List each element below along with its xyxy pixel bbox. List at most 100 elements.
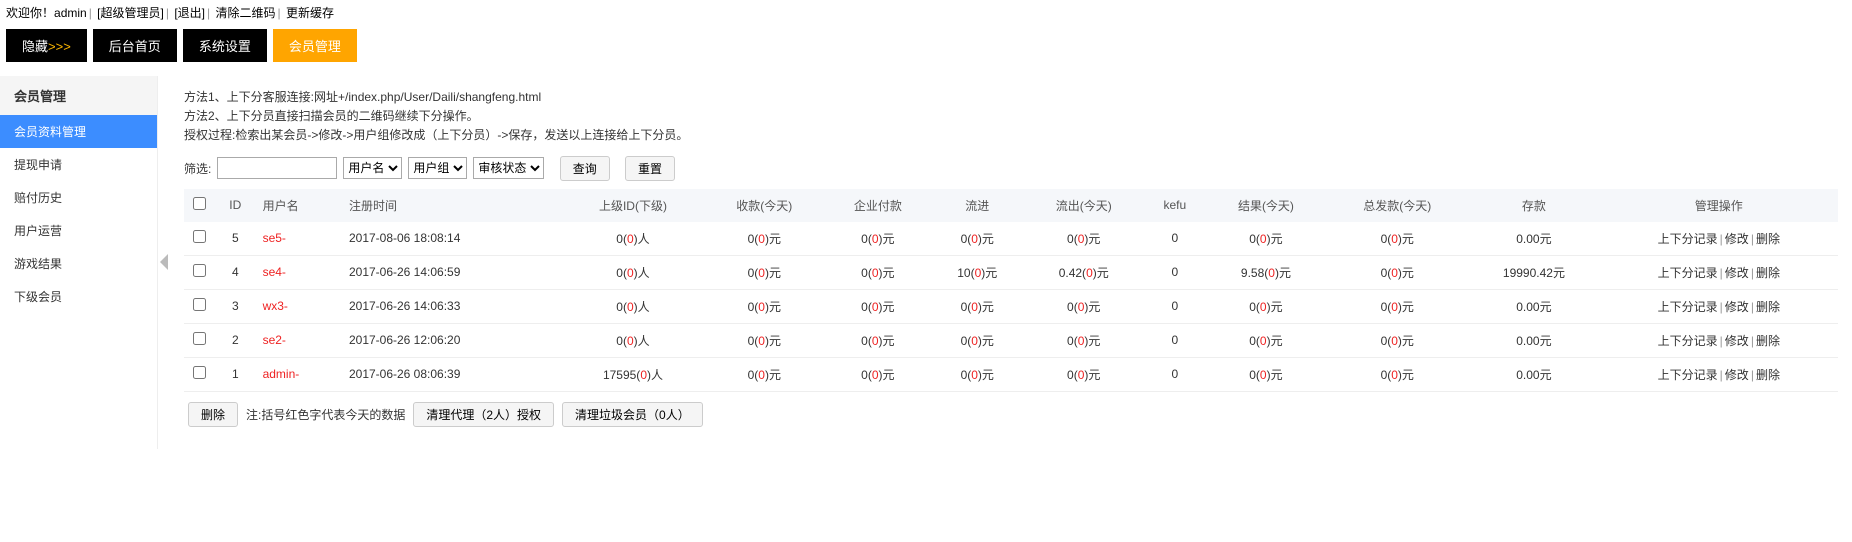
query-button[interactable]: 查询 [560,156,610,181]
separator: | [207,6,210,20]
delete-link[interactable]: 删除 [1756,266,1780,280]
delete-link[interactable]: 删除 [1756,232,1780,246]
user-cell: se2- [257,323,343,357]
bottom-bar: 删除 注:括号红色字代表今天的数据 清理代理（2人）授权 清理垃圾会员（0人） [184,392,1838,437]
column-header [184,189,214,222]
audit-select[interactable]: 审核状态 [473,157,544,179]
deposit-cell: 0.00元 [1468,323,1599,357]
column-header: 管理操作 [1600,189,1838,222]
delete-link[interactable]: 删除 [1756,334,1780,348]
refresh-cache-link[interactable]: 更新缓存 [286,6,334,20]
regtime-cell: 2017-06-26 12:06:20 [343,323,562,357]
data-cell: 0(0)元 [825,222,931,256]
filter-label: 筛选: [184,160,211,177]
data-cell: 0(0)元 [931,323,1023,357]
username-link[interactable]: se4- [263,265,286,279]
username-link[interactable]: se2- [263,333,286,347]
edit-link[interactable]: 修改 [1725,232,1749,246]
column-header: kefu [1144,189,1206,222]
data-cell: 0(0)元 [825,255,931,289]
filter-input[interactable] [217,157,337,179]
edit-link[interactable]: 修改 [1725,266,1749,280]
role-link[interactable]: [超级管理员] [97,6,164,20]
row-checkbox[interactable] [193,264,206,277]
sidebar-item[interactable]: 下级会员 [0,280,157,313]
deposit-cell: 19990.42元 [1468,255,1599,289]
bottom-note: 注:括号红色字代表今天的数据 [246,406,405,423]
hide-button[interactable]: 隐藏>>> [6,29,87,62]
data-cell: 0(0)元 [704,289,825,323]
checkbox-cell [184,323,214,357]
usergroup-select[interactable]: 用户组 [408,157,467,179]
sidebar-item[interactable]: 会员资料管理 [0,115,157,148]
table-row: 5se5-2017-08-06 18:08:140(0)人0(0)元0(0)元0… [184,222,1838,256]
user-cell: admin- [257,357,343,391]
id-cell: 4 [214,255,257,289]
user-cell: se5- [257,222,343,256]
delete-link[interactable]: 删除 [1756,368,1780,382]
regtime-cell: 2017-06-26 08:06:39 [343,357,562,391]
data-cell: 0(0)元 [931,357,1023,391]
data-cell: 0(0)元 [1206,323,1327,357]
data-cell: 0(0)元 [825,289,931,323]
id-cell: 3 [214,289,257,323]
table-body: 5se5-2017-08-06 18:08:140(0)人0(0)元0(0)元0… [184,222,1838,392]
checkbox-cell [184,222,214,256]
username-link[interactable]: se5- [263,231,286,245]
logout-link[interactable]: [退出] [174,6,205,20]
nav-home[interactable]: 后台首页 [93,29,177,62]
log-link[interactable]: 上下分记录 [1658,368,1718,382]
username-select[interactable]: 用户名 [343,157,402,179]
clean-agent-button[interactable]: 清理代理（2人）授权 [413,402,554,427]
reset-button[interactable]: 重置 [625,156,675,181]
kefu-cell: 0 [1144,255,1206,289]
checkbox-cell [184,255,214,289]
edit-link[interactable]: 修改 [1725,300,1749,314]
data-cell: 0(0)人 [562,289,704,323]
log-link[interactable]: 上下分记录 [1658,334,1718,348]
column-header: 总发款(今天) [1326,189,1468,222]
welcome-text: 欢迎你！ [6,6,54,20]
data-cell: 17595(0)人 [562,357,704,391]
delete-button[interactable]: 删除 [188,402,238,427]
data-cell: 0(0)元 [1023,323,1144,357]
data-cell: 0(0)元 [1206,222,1327,256]
sidebar-item[interactable]: 游戏结果 [0,247,157,280]
sidebar-item[interactable]: 用户运营 [0,214,157,247]
delete-link[interactable]: 删除 [1756,300,1780,314]
edit-link[interactable]: 修改 [1725,334,1749,348]
kefu-cell: 0 [1144,323,1206,357]
deposit-cell: 0.00元 [1468,289,1599,323]
checkbox-cell [184,357,214,391]
row-checkbox[interactable] [193,332,206,345]
row-checkbox[interactable] [193,366,206,379]
sidebar-item[interactable]: 提现申请 [0,148,157,181]
data-cell: 0(0)元 [1326,289,1468,323]
select-all-checkbox[interactable] [193,197,206,210]
id-cell: 2 [214,323,257,357]
regtime-cell: 2017-06-26 14:06:33 [343,289,562,323]
log-link[interactable]: 上下分记录 [1658,300,1718,314]
data-cell: 0(0)元 [931,289,1023,323]
clean-garbage-button[interactable]: 清理垃圾会员（0人） [562,402,703,427]
data-cell: 0(0)人 [562,255,704,289]
row-checkbox[interactable] [193,298,206,311]
collapse-handle[interactable] [158,76,170,449]
data-cell: 0(0)元 [1206,357,1327,391]
nav-bar: 隐藏>>> 后台首页 系统设置 会员管理 [0,25,1852,76]
nav-system[interactable]: 系统设置 [183,29,267,62]
filter-row: 筛选: 用户名 用户组 审核状态 查询 重置 [184,156,1838,181]
data-cell: 0(0)元 [704,323,825,357]
edit-link[interactable]: 修改 [1725,368,1749,382]
log-link[interactable]: 上下分记录 [1658,266,1718,280]
data-cell: 0(0)元 [1023,289,1144,323]
log-link[interactable]: 上下分记录 [1658,232,1718,246]
column-header: 上级ID(下级) [562,189,704,222]
sidebar-item[interactable]: 赔付历史 [0,181,157,214]
clear-qr-link[interactable]: 清除二维码 [215,6,275,20]
username-link[interactable]: admin- [263,367,300,381]
row-checkbox[interactable] [193,230,206,243]
nav-member[interactable]: 会员管理 [273,29,357,62]
data-cell: 0(0)元 [1326,222,1468,256]
username-link[interactable]: wx3- [263,299,288,313]
